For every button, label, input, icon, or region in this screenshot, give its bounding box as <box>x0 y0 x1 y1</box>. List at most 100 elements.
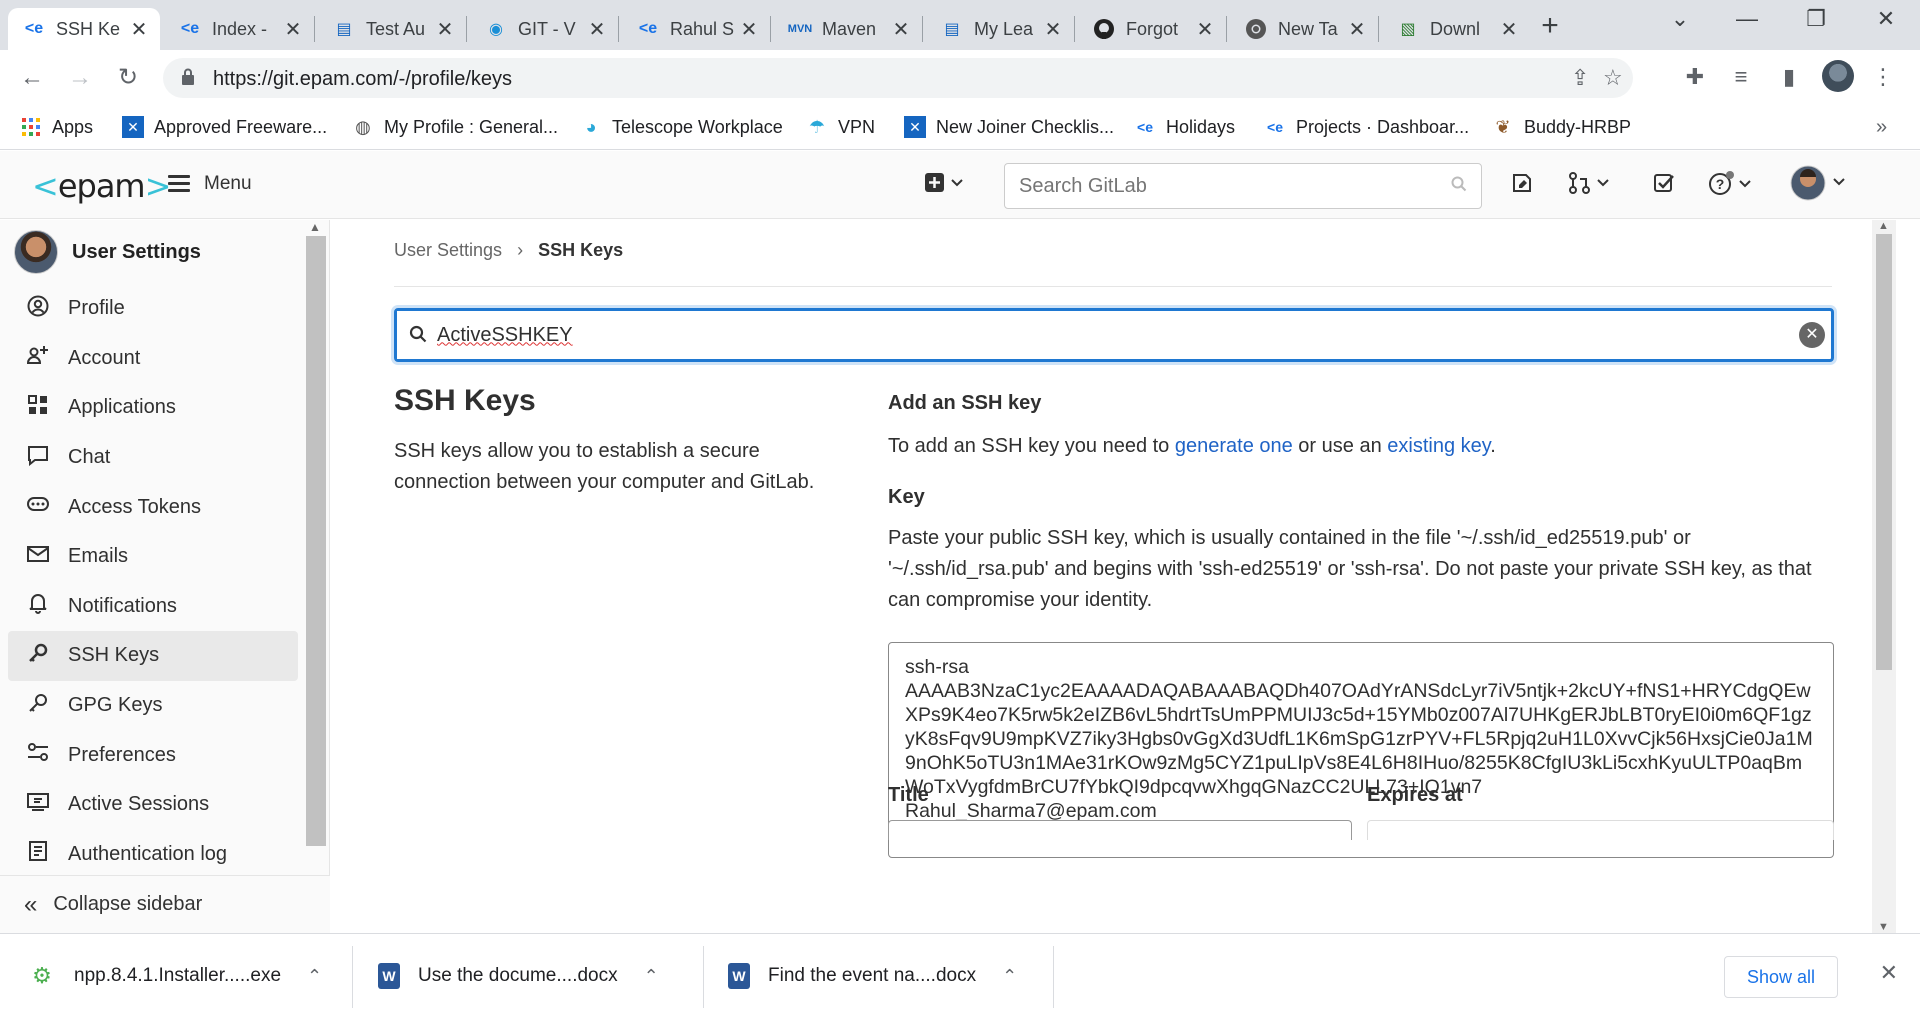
breadcrumb-current[interactable]: SSH Keys <box>538 240 623 260</box>
bookmark-item[interactable]: <e Projects · Dashboar... <box>1264 116 1469 138</box>
address-bar[interactable]: https://git.epam.com/-/profile/keys ⇪ ☆ <box>163 58 1633 98</box>
bookmark-apps[interactable]: Apps <box>20 116 93 138</box>
preferences-icon <box>24 741 52 769</box>
sidebar-header[interactable]: User Settings <box>14 230 201 274</box>
merge-requests-icon[interactable] <box>1568 171 1612 201</box>
todo-icon[interactable] <box>1652 171 1676 201</box>
new-tab-button[interactable]: + <box>1533 10 1567 44</box>
page-scrollbar[interactable]: ▲ ▼ <box>1872 220 1896 933</box>
add-ssh-key-form: Add an SSH key To add an SSH key you nee… <box>888 384 1834 858</box>
sidebar-scrollbar[interactable] <box>306 236 326 846</box>
close-tab-icon[interactable]: ✕ <box>1498 17 1520 42</box>
collapse-sidebar-button[interactable]: « Collapse sidebar <box>0 875 330 933</box>
sidebar-item-notifications[interactable]: Notifications <box>8 582 298 632</box>
sidebar-item-ssh-keys[interactable]: SSH Keys <box>8 631 298 681</box>
bookmark-item[interactable]: ☂ VPN <box>806 116 875 138</box>
browser-tab[interactable]: ▤ My Lea ✕ <box>926 8 1074 50</box>
sidebar-item-applications[interactable]: Applications <box>8 383 298 433</box>
bookmark-item[interactable]: ◕ Telescope Workplace <box>580 116 783 138</box>
side-panel-icon[interactable]: ▮ <box>1774 64 1804 90</box>
generate-one-link[interactable]: generate one <box>1175 435 1293 457</box>
sidebar-item-profile[interactable]: Profile <box>8 284 298 334</box>
close-tab-icon[interactable]: ✕ <box>890 17 912 42</box>
profile-avatar[interactable] <box>1822 60 1854 92</box>
sidebar-item-authentication-log[interactable]: Authentication log <box>8 830 298 880</box>
close-downloads-icon[interactable]: ✕ <box>1880 960 1898 986</box>
close-window-button[interactable]: ✕ <box>1866 6 1906 32</box>
restore-button[interactable]: ❐ <box>1796 6 1836 32</box>
browser-tab[interactable]: <e Index - ✕ <box>164 8 314 50</box>
user-avatar-menu[interactable] <box>1790 165 1850 211</box>
browser-tab[interactable]: Forgot ✕ <box>1078 8 1226 50</box>
close-tab-icon[interactable]: ✕ <box>1346 17 1368 42</box>
sidebar-item-chat[interactable]: Chat <box>8 433 298 483</box>
reload-icon[interactable]: ↻ <box>112 62 144 94</box>
scrollbar-thumb[interactable] <box>1876 234 1892 670</box>
bookmark-item[interactable]: <e Holidays <box>1134 116 1235 138</box>
sidebar-item-emails[interactable]: Emails <box>8 532 298 582</box>
back-arrow-icon[interactable]: ← <box>16 62 48 94</box>
epam-logo[interactable]: <epam> <box>32 167 171 205</box>
browser-tab[interactable]: ◉ GIT - V ✕ <box>470 8 618 50</box>
token-icon <box>24 493 52 521</box>
search-box[interactable] <box>1004 163 1482 209</box>
book-icon: ▤ <box>944 21 960 38</box>
chevron-up-icon[interactable]: ⌃ <box>307 966 322 987</box>
sidebar-item-access-tokens[interactable]: Access Tokens <box>8 482 298 532</box>
clear-search-icon[interactable]: ✕ <box>1799 322 1825 348</box>
media-queue-icon[interactable]: ≡ <box>1726 64 1756 90</box>
download-item[interactable]: W Find the event na....docx ⌃ <box>728 946 1017 1006</box>
minimize-button[interactable]: — <box>1727 6 1767 32</box>
sidebar-item-active-sessions[interactable]: Active Sessions <box>8 780 298 830</box>
create-new-icon[interactable] <box>924 171 964 201</box>
forward-arrow-icon[interactable]: → <box>64 62 96 94</box>
bookmark-star-icon[interactable]: ☆ <box>1603 65 1623 91</box>
settings-search-box[interactable]: ✕ <box>394 308 1834 362</box>
scroll-up-arrow-icon[interactable]: ▲ <box>1878 220 1889 232</box>
browser-tab[interactable]: MVN Maven ✕ <box>774 8 922 50</box>
bookmark-item[interactable]: ❦ Buddy-HRBP <box>1492 116 1631 138</box>
browser-tab[interactable]: <e Rahul S ✕ <box>622 8 770 50</box>
show-all-downloads-button[interactable]: Show all <box>1724 956 1838 998</box>
close-tab-icon[interactable]: ✕ <box>434 17 456 42</box>
close-tab-icon[interactable]: ✕ <box>1042 17 1064 42</box>
extensions-puzzle-icon[interactable]: ✚ <box>1680 64 1710 90</box>
menu-button[interactable]: Menu <box>168 171 252 196</box>
download-filename: npp.8.4.1.Installer.....exe <box>74 965 282 986</box>
title-input[interactable] <box>888 820 1352 840</box>
help-icon[interactable]: ? <box>1708 171 1756 203</box>
sidebar-item-account[interactable]: Account <box>8 334 298 384</box>
tab-divider <box>1074 16 1075 42</box>
breadcrumb-parent-link[interactable]: User Settings <box>394 240 502 260</box>
bookmark-item[interactable]: ◍ My Profile : General... <box>352 116 558 138</box>
share-icon[interactable]: ⇪ <box>1571 65 1589 91</box>
close-tab-icon[interactable]: ✕ <box>1194 17 1216 42</box>
download-item[interactable]: ⚙ npp.8.4.1.Installer.....exe ⌃ <box>28 946 322 1006</box>
bookmark-item[interactable]: ✕ New Joiner Checklis... <box>904 116 1114 138</box>
kebab-menu-icon[interactable]: ⋮ <box>1868 64 1898 90</box>
browser-tab[interactable]: ▧ Downl ✕ <box>1382 8 1530 50</box>
scroll-down-arrow-icon[interactable]: ▼ <box>1878 921 1889 933</box>
sidebar-item-gpg-keys[interactable]: GPG Keys <box>8 681 298 731</box>
bookmark-item[interactable]: ✕ Approved Freeware... <box>122 116 327 138</box>
download-item[interactable]: W Use the docume....docx ⌃ <box>378 946 659 1006</box>
close-tab-icon[interactable]: ✕ <box>128 17 150 42</box>
tab-divider <box>466 16 467 42</box>
expires-at-input[interactable] <box>1367 820 1834 840</box>
more-bookmarks-icon[interactable]: » <box>1876 116 1887 139</box>
close-tab-icon[interactable]: ✕ <box>282 17 304 42</box>
browser-tab[interactable]: New Ta ✕ <box>1230 8 1378 50</box>
browser-tab[interactable]: ▤ Test Au ✕ <box>318 8 466 50</box>
chevron-up-icon[interactable]: ⌃ <box>644 966 659 987</box>
sidebar-item-preferences[interactable]: Preferences <box>8 730 298 780</box>
settings-search-input[interactable] <box>397 311 1697 359</box>
close-tab-icon[interactable]: ✕ <box>738 17 760 42</box>
scroll-up-arrow-icon[interactable]: ▲ <box>309 220 321 234</box>
browser-tab[interactable]: <e SSH Ke ✕ <box>8 8 160 50</box>
chevron-up-icon[interactable]: ⌃ <box>1002 966 1017 987</box>
tab-search-chevron-icon[interactable]: ⌄ <box>1660 6 1700 32</box>
issues-icon[interactable] <box>1510 171 1534 201</box>
close-tab-icon[interactable]: ✕ <box>586 17 608 42</box>
search-input[interactable] <box>1005 164 1405 208</box>
existing-key-link[interactable]: existing key <box>1387 435 1490 457</box>
